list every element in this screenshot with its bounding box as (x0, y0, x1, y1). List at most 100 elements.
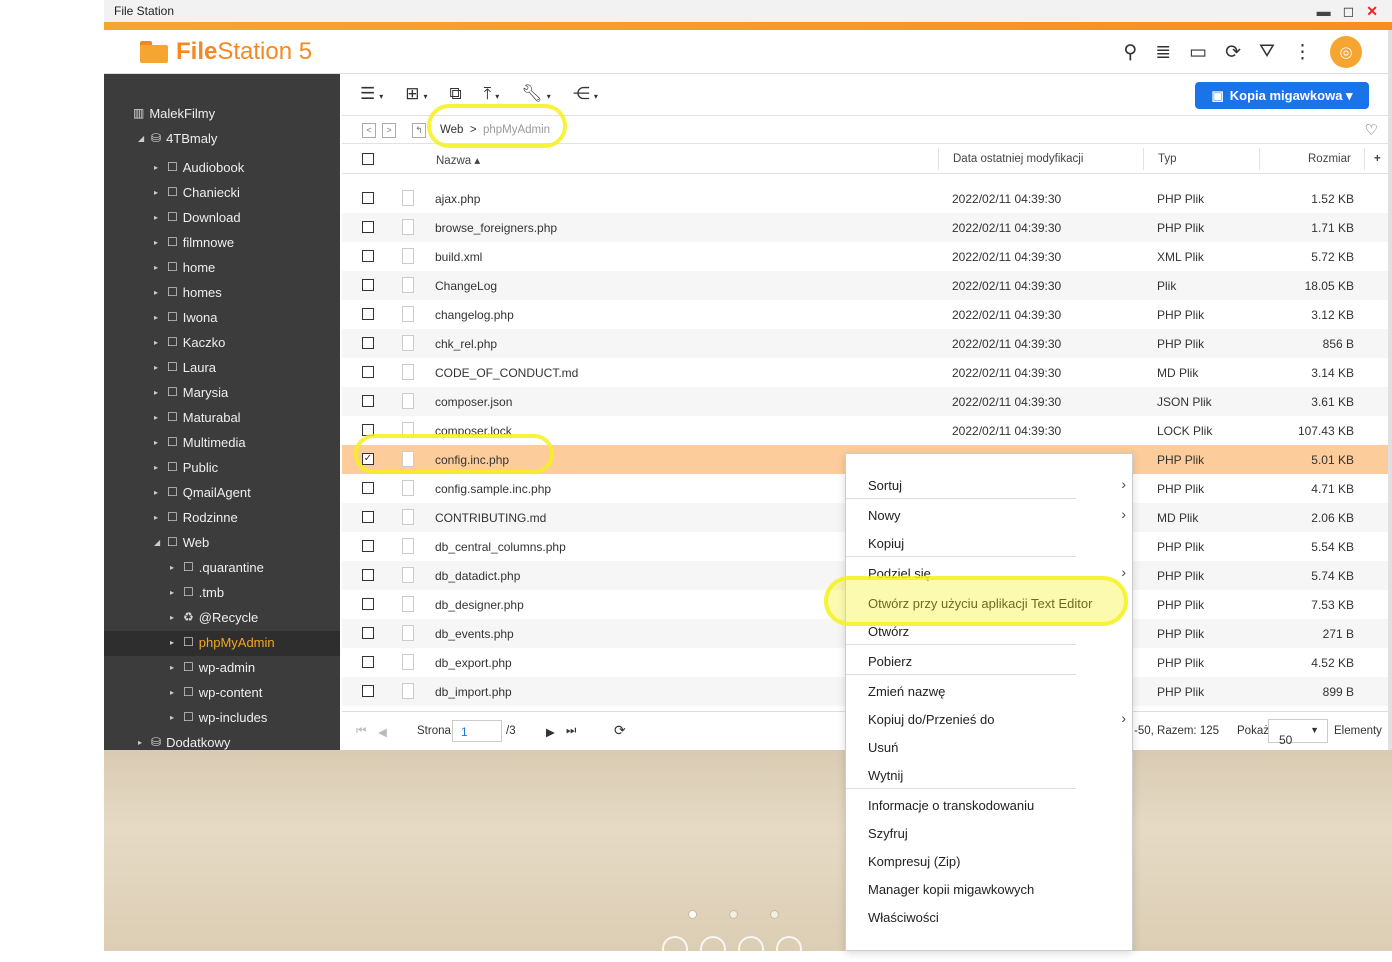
expand-icon[interactable]: ▸ (170, 605, 178, 630)
expand-icon[interactable]: ▸ (154, 230, 162, 255)
tree-item-folder[interactable]: ▸ ☐ Maturabal (154, 405, 241, 430)
row-checkbox[interactable] (362, 395, 374, 407)
maximize-icon[interactable]: ◻ (1343, 3, 1355, 20)
dock-icon[interactable] (700, 936, 726, 962)
items-per-page-select[interactable]: 50 ▼ (1268, 719, 1328, 747)
menu-item[interactable]: Szyfruj (868, 826, 908, 841)
tree-item-subfolder[interactable]: ▸ ☐ wp-admin (170, 655, 255, 680)
refresh-icon[interactable]: ⟳ (1225, 41, 1241, 64)
row-checkbox[interactable] (362, 656, 374, 668)
view-mode-icon[interactable]: ☰ ▾ (360, 84, 383, 104)
expand-icon[interactable]: ▸ (170, 630, 178, 655)
table-row[interactable]: browse_foreigners.php 2022/02/11 04:39:30… (342, 213, 1390, 242)
row-checkbox[interactable] (362, 308, 374, 320)
table-row[interactable]: composer.json 2022/02/11 04:39:30 JSON Pli… (342, 387, 1390, 416)
more-icon[interactable]: ⋮ (1293, 41, 1312, 64)
col-size[interactable]: Rozmiar (1308, 153, 1351, 165)
page-dot[interactable] (729, 910, 738, 919)
tree-item-folder[interactable]: ▸ ☐ Iwona (154, 305, 217, 330)
up-folder-icon[interactable]: ↰ (412, 123, 426, 138)
filter-icon[interactable]: ⛛ (1259, 41, 1275, 63)
expand-icon[interactable]: ▸ (154, 455, 162, 480)
menu-item[interactable]: Kopiuj (868, 536, 904, 551)
close-icon[interactable]: ✕ (1366, 3, 1378, 20)
row-checkbox[interactable] (362, 569, 374, 581)
expand-icon[interactable]: ▸ (154, 330, 162, 355)
expand-icon[interactable]: ▸ (154, 505, 162, 530)
share-icon[interactable]: ⋲ ▾ (573, 84, 598, 104)
back-icon[interactable]: < (362, 123, 376, 138)
menu-item[interactable]: Informacje o transkodowaniu (868, 798, 1034, 813)
tree-item-volume[interactable]: ◢ ⛁ 4TBmaly (138, 126, 217, 151)
expand-icon[interactable]: ▸ (170, 655, 178, 680)
menu-item[interactable]: Właściwości (868, 910, 939, 925)
tree-item-subfolder[interactable]: ▸ ☐ .quarantine (170, 555, 264, 580)
snapshot-button[interactable]: ▣ Kopia migawkowa ▾ (1195, 82, 1369, 109)
tree-item-folder[interactable]: ▸ ☐ Audiobook (154, 155, 244, 180)
row-checkbox[interactable]: ✓ (362, 453, 374, 465)
expand-icon[interactable]: ▸ (154, 480, 162, 505)
menu-item[interactable]: Otwórz przy użyciu aplikacji Text Editor (868, 596, 1092, 611)
tree-item-root[interactable]: ▥ MalekFilmy (120, 101, 215, 126)
menu-item[interactable]: Kompresuj (Zip) (868, 854, 960, 869)
expand-icon[interactable]: ▸ (170, 680, 178, 705)
expand-icon[interactable]: ▸ (170, 705, 178, 730)
tree-item-subfolder[interactable]: ▸ ☐ .tmb (170, 580, 224, 605)
table-row[interactable]: ajax.php 2022/02/11 04:39:30 PHP Plik 1.52 … (342, 184, 1390, 213)
menu-item[interactable]: Kopiuj do/Przenieś do (868, 712, 994, 727)
tree-item-folder[interactable]: ▸ ☐ Chaniecki (154, 180, 240, 205)
breadcrumb-parent[interactable]: Web (440, 124, 463, 136)
tree-item-folder[interactable]: ▸ ☐ Marysia (154, 380, 228, 405)
tree-item-subfolder[interactable]: ▸ ♻ @Recycle (170, 605, 258, 630)
create-folder-icon[interactable]: ⊞ ▾ (405, 84, 427, 104)
table-row[interactable]: CODE_OF_CONDUCT.md 2022/02/11 04:39:30 MD … (342, 358, 1390, 387)
stack-icon[interactable]: ≣ (1155, 41, 1171, 64)
tree-item-folder[interactable]: ▸ ☐ Rodzinne (154, 505, 238, 530)
row-checkbox[interactable] (362, 192, 374, 204)
tree-item-folder[interactable]: ▸ ☐ Download (154, 205, 241, 230)
col-modified[interactable]: Data ostatniej modyfikacji (953, 153, 1083, 165)
expand-icon[interactable]: ▸ (154, 355, 162, 380)
row-checkbox[interactable] (362, 221, 374, 233)
upload-icon[interactable]: ⤒ ▾ (484, 84, 500, 104)
col-name[interactable]: Nazwa ▴ (436, 153, 480, 167)
row-checkbox[interactable] (362, 598, 374, 610)
expand-icon[interactable]: ◢ (154, 530, 162, 555)
tree-item-folder[interactable]: ▸ ☐ home (154, 255, 215, 280)
dock-icon[interactable] (662, 936, 688, 962)
expand-icon[interactable]: ▸ (154, 405, 162, 430)
tree-item-folder[interactable]: ▸ ☐ Kaczko (154, 330, 225, 355)
next-page-icon[interactable]: ▶ (546, 725, 555, 739)
expand-icon[interactable]: ▸ (154, 255, 162, 280)
row-checkbox[interactable] (362, 511, 374, 523)
row-checkbox[interactable] (362, 279, 374, 291)
expand-icon[interactable]: ▸ (154, 305, 162, 330)
menu-item[interactable]: Zmień nazwę (868, 684, 945, 699)
menu-item[interactable]: Manager kopii migawkowych (868, 882, 1034, 897)
page-dot[interactable] (688, 910, 697, 919)
tools-icon[interactable]: 🔧︎ ▾ (521, 84, 551, 104)
expand-icon[interactable]: ▸ (170, 555, 178, 580)
row-checkbox[interactable] (362, 540, 374, 552)
row-checkbox[interactable] (362, 424, 374, 436)
expand-icon[interactable]: ▸ (170, 580, 178, 605)
row-checkbox[interactable] (362, 337, 374, 349)
expand-icon[interactable]: ▸ (154, 280, 162, 305)
tree-item-folder[interactable]: ▸ ☐ QmailAgent (154, 480, 251, 505)
tree-item-folder[interactable]: ▸ ☐ filmnowe (154, 230, 234, 255)
prev-page-icon[interactable]: ◀ (378, 725, 387, 739)
table-row[interactable]: ChangeLog 2022/02/11 04:39:30 Plik 18.05 KB (342, 271, 1390, 300)
expand-icon[interactable]: ▸ (154, 205, 162, 230)
tree-item-folder[interactable]: ▸ ☐ Laura (154, 355, 216, 380)
expand-icon[interactable]: ▸ (154, 155, 162, 180)
select-all-checkbox[interactable] (362, 153, 374, 165)
menu-item[interactable]: Podziel się (868, 566, 931, 581)
dock-icon[interactable] (738, 936, 764, 962)
minimize-icon[interactable]: ▬ (1317, 3, 1331, 20)
copy-icon[interactable]: ⧉ (450, 84, 462, 104)
menu-item[interactable]: Otwórz (868, 624, 909, 639)
menu-item[interactable]: Wytnij (868, 768, 903, 783)
table-row[interactable]: build.xml 2022/02/11 04:39:30 XML Plik 5.72… (342, 242, 1390, 271)
last-page-icon[interactable]: ⏭ (566, 725, 576, 738)
forward-icon[interactable]: > (382, 123, 396, 138)
